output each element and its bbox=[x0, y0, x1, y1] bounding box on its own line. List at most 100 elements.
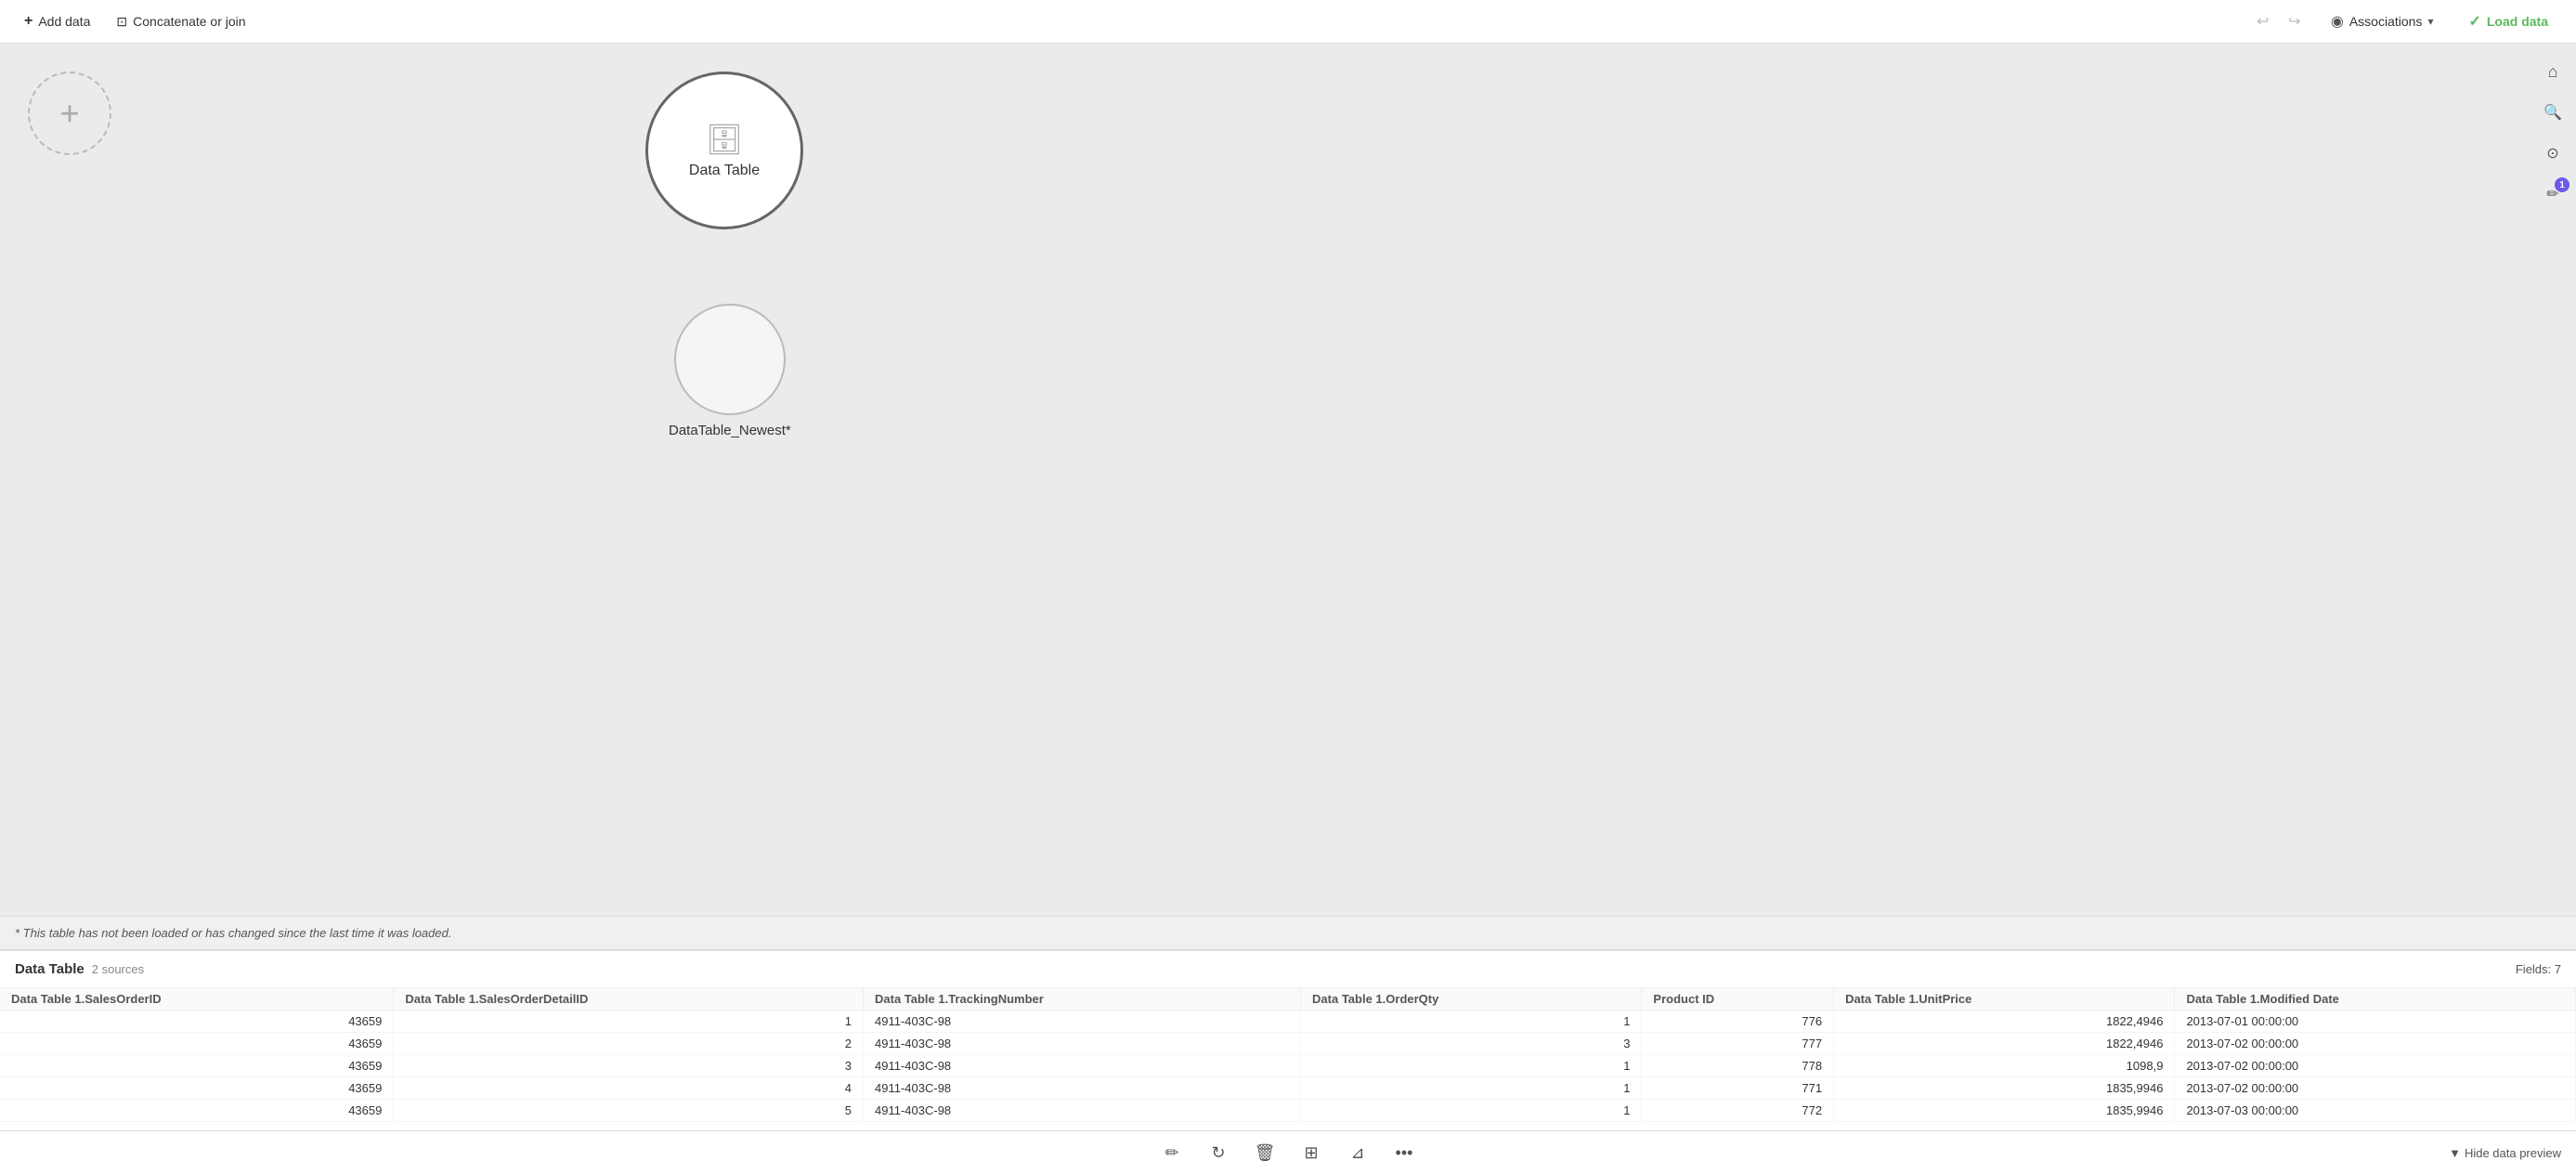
preview-table-container[interactable]: Data Table 1.SalesOrderID Data Table 1.S… bbox=[0, 988, 2576, 1130]
home-icon: ⌂ bbox=[2548, 62, 2558, 82]
data-table-circle: 🗄 Data Table bbox=[645, 72, 803, 229]
zoom-in-icon: 🔍 bbox=[2543, 103, 2562, 122]
cell-trackingnumber: 4911-403C-98 bbox=[864, 1077, 1301, 1100]
preview-title-group: Data Table 2 sources bbox=[15, 961, 144, 977]
cell-productid: 778 bbox=[1642, 1055, 1834, 1077]
cell-productid: 776 bbox=[1642, 1011, 1834, 1033]
preview-table-head: Data Table 1.SalesOrderID Data Table 1.S… bbox=[0, 988, 2576, 1011]
data-table-node[interactable]: 🗄 Data Table bbox=[645, 72, 803, 229]
associations-label: Associations bbox=[2349, 14, 2423, 29]
cell-orderqty: 1 bbox=[1301, 1100, 1642, 1122]
more-icon: ••• bbox=[1396, 1143, 1413, 1163]
datatable-newest-label: DataTable_Newest* bbox=[669, 423, 791, 438]
edit-badge: 1 bbox=[2555, 177, 2569, 192]
cell-unitprice: 1098,9 bbox=[1834, 1055, 2175, 1077]
concatenate-join-label: Concatenate or join bbox=[133, 14, 245, 29]
add-data-button[interactable]: + Add data bbox=[15, 7, 99, 35]
cell-unitprice: 1822,4946 bbox=[1834, 1011, 2175, 1033]
pencil-icon-button[interactable]: ✏ 1 bbox=[2536, 177, 2569, 211]
cell-salesorderid: 43659 bbox=[0, 1055, 394, 1077]
hide-preview-label: Hide data preview bbox=[2465, 1146, 2561, 1160]
concatenate-join-button[interactable]: ⊡ Concatenate or join bbox=[107, 8, 254, 35]
cell-productid: 772 bbox=[1642, 1100, 1834, 1122]
toolbar-right: ↩ ↪ ◉ Associations ▾ ✓ Load data bbox=[2249, 7, 2561, 36]
add-node-button[interactable]: + bbox=[28, 72, 111, 155]
refresh-action-button[interactable]: ↻ bbox=[1203, 1137, 1234, 1168]
zoom-fit-icon-button[interactable]: ⊙ bbox=[2536, 137, 2569, 170]
more-action-button[interactable]: ••• bbox=[1388, 1137, 1420, 1168]
cell-salesorderid: 43659 bbox=[0, 1077, 394, 1100]
zoom-in-icon-button[interactable]: 🔍 bbox=[2536, 96, 2569, 129]
refresh-icon: ↻ bbox=[1211, 1143, 1225, 1163]
associations-button[interactable]: ◉ Associations ▾ bbox=[2320, 7, 2445, 36]
hide-preview-icon: ▼ bbox=[2449, 1146, 2461, 1160]
associations-chevron-icon: ▾ bbox=[2427, 15, 2433, 28]
cell-orderqty: 3 bbox=[1301, 1033, 1642, 1055]
cell-productid: 777 bbox=[1642, 1033, 1834, 1055]
columns-action-button[interactable]: ⊞ bbox=[1295, 1137, 1327, 1168]
toolbar: + Add data ⊡ Concatenate or join ↩ ↪ ◉ A… bbox=[0, 0, 2576, 44]
hide-preview-button[interactable]: ▼ Hide data preview bbox=[2449, 1146, 2561, 1160]
col-header-modifieddate: Data Table 1.Modified Date bbox=[2175, 988, 2576, 1011]
cell-salesorderid: 43659 bbox=[0, 1011, 394, 1033]
data-preview-panel: Data Table 2 sources Fields: 7 Data Tabl… bbox=[0, 949, 2576, 1130]
associations-eye-icon: ◉ bbox=[2331, 12, 2344, 31]
cell-modifieddate: 2013-07-02 00:00:00 bbox=[2175, 1055, 2576, 1077]
data-table-db-icon: 🗄 bbox=[706, 122, 744, 157]
col-header-salesorderid: Data Table 1.SalesOrderID bbox=[0, 988, 394, 1011]
cell-unitprice: 1822,4946 bbox=[1834, 1033, 2175, 1055]
undo-button[interactable]: ↩ bbox=[2249, 7, 2277, 35]
col-header-trackingnumber: Data Table 1.TrackingNumber bbox=[864, 988, 1301, 1011]
table-row: 43659 5 4911-403C-98 1 772 1835,9946 201… bbox=[0, 1100, 2576, 1122]
preview-header-row: Data Table 1.SalesOrderID Data Table 1.S… bbox=[0, 988, 2576, 1011]
cell-unitprice: 1835,9946 bbox=[1834, 1100, 2175, 1122]
cell-salesorderid: 43659 bbox=[0, 1100, 394, 1122]
cell-trackingnumber: 4911-403C-98 bbox=[864, 1033, 1301, 1055]
preview-sources: 2 sources bbox=[92, 962, 144, 976]
datatable-newest-circle bbox=[674, 304, 786, 415]
cell-salesorderdetailid: 2 bbox=[394, 1033, 864, 1055]
cell-salesorderdetailid: 3 bbox=[394, 1055, 864, 1077]
col-header-orderqty: Data Table 1.OrderQty bbox=[1301, 988, 1642, 1011]
cell-salesorderid: 43659 bbox=[0, 1033, 394, 1055]
datatable-newest-node[interactable]: DataTable_Newest* bbox=[669, 304, 791, 438]
col-header-salesorderdetailid: Data Table 1.SalesOrderDetailID bbox=[394, 988, 864, 1011]
action-bar: ✏ ↻ 🗑 ⊞ ⊿ ••• ▼ Hide data preview bbox=[0, 1130, 2576, 1174]
cell-salesorderdetailid: 4 bbox=[394, 1077, 864, 1100]
col-header-unitprice: Data Table 1.UnitPrice bbox=[1834, 988, 2175, 1011]
cell-salesorderdetailid: 1 bbox=[394, 1011, 864, 1033]
cell-unitprice: 1835,9946 bbox=[1834, 1077, 2175, 1100]
canvas-area: + 🗄 Data Table DataTable_Newest* ⌂ 🔍 ⊙ ✏… bbox=[0, 44, 2576, 916]
table-row: 43659 1 4911-403C-98 1 776 1822,4946 201… bbox=[0, 1011, 2576, 1033]
delete-action-button[interactable]: 🗑 bbox=[1249, 1137, 1281, 1168]
notice-text: * This table has not been loaded or has … bbox=[15, 926, 451, 940]
cell-trackingnumber: 4911-403C-98 bbox=[864, 1055, 1301, 1077]
cell-trackingnumber: 4911-403C-98 bbox=[864, 1100, 1301, 1122]
col-header-productid: Product ID bbox=[1642, 988, 1834, 1011]
preview-table: Data Table 1.SalesOrderID Data Table 1.S… bbox=[0, 988, 2576, 1122]
edit-action-button[interactable]: ✏ bbox=[1156, 1137, 1188, 1168]
cell-productid: 771 bbox=[1642, 1077, 1834, 1100]
home-icon-button[interactable]: ⌂ bbox=[2536, 55, 2569, 88]
table-row: 43659 3 4911-403C-98 1 778 1098,9 2013-0… bbox=[0, 1055, 2576, 1077]
trash-icon: 🗑 bbox=[1255, 1143, 1276, 1163]
bottom-notice: * This table has not been loaded or has … bbox=[0, 916, 2576, 949]
redo-button[interactable]: ↪ bbox=[2281, 7, 2309, 35]
edit-icon: ✏ bbox=[1164, 1143, 1178, 1163]
load-data-button[interactable]: ✓ Load data bbox=[2455, 7, 2561, 36]
zoom-fit-icon: ⊙ bbox=[2546, 144, 2558, 163]
cell-modifieddate: 2013-07-02 00:00:00 bbox=[2175, 1033, 2576, 1055]
plus-icon: + bbox=[24, 13, 33, 30]
add-data-label: Add data bbox=[38, 14, 90, 29]
add-node-plus-icon: + bbox=[59, 94, 79, 133]
cell-orderqty: 1 bbox=[1301, 1011, 1642, 1033]
cell-modifieddate: 2013-07-02 00:00:00 bbox=[2175, 1077, 2576, 1100]
cell-modifieddate: 2013-07-03 00:00:00 bbox=[2175, 1100, 2576, 1122]
filter-action-button[interactable]: ⊿ bbox=[1342, 1137, 1373, 1168]
filter-icon: ⊿ bbox=[1350, 1143, 1364, 1163]
preview-header-right: Fields: 7 bbox=[2516, 962, 2561, 976]
cell-orderqty: 1 bbox=[1301, 1055, 1642, 1077]
table-row: 43659 2 4911-403C-98 3 777 1822,4946 201… bbox=[0, 1033, 2576, 1055]
undo-redo-group: ↩ ↪ bbox=[2249, 7, 2309, 35]
preview-table-body: 43659 1 4911-403C-98 1 776 1822,4946 201… bbox=[0, 1011, 2576, 1122]
